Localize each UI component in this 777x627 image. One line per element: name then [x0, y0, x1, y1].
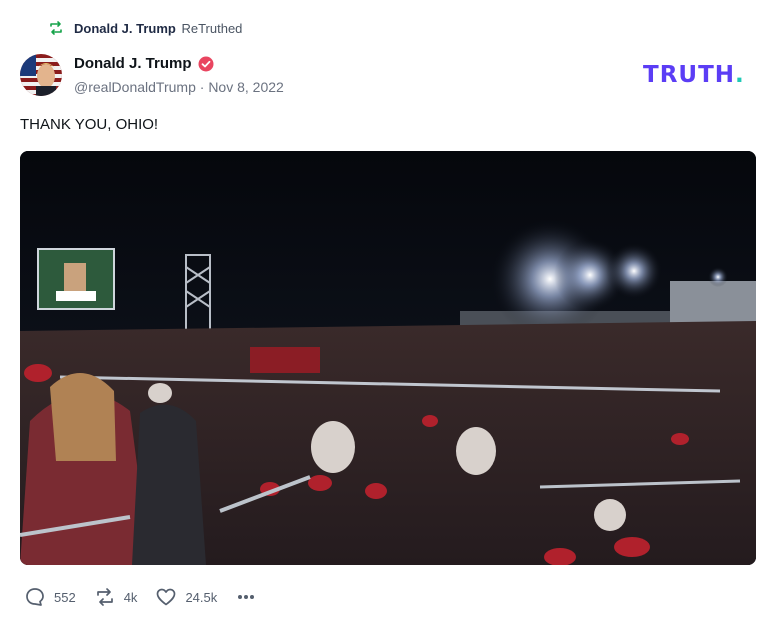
- avatar[interactable]: [20, 54, 62, 96]
- like-count: 24.5k: [185, 589, 218, 605]
- brand-dot: .: [735, 62, 745, 88]
- retruth-button[interactable]: 4k: [94, 586, 138, 608]
- retruth-icon: [48, 20, 64, 36]
- reply-count: 552: [54, 589, 76, 605]
- brand-text: TRUTH: [643, 62, 736, 88]
- like-button[interactable]: 24.5k: [155, 586, 217, 608]
- author-name-row: Donald J. Trump: [74, 55, 214, 72]
- reply-icon: [26, 588, 44, 606]
- post-image[interactable]: [20, 151, 756, 565]
- action-bar: 552 4k 24.5k: [24, 584, 257, 610]
- retruth-count: 4k: [123, 589, 138, 605]
- verified-icon: [198, 56, 214, 71]
- retruth-action-icon: [96, 588, 113, 606]
- author-handle[interactable]: @realDonaldTrump: [74, 79, 196, 95]
- reply-button[interactable]: 552: [24, 586, 76, 608]
- post-text: THANK YOU, OHIO!: [20, 116, 159, 133]
- post-date[interactable]: Nov 8, 2022: [208, 79, 284, 95]
- more-icon: [238, 595, 255, 599]
- retruth-user-link[interactable]: Donald J. Trump: [74, 21, 176, 36]
- more-button[interactable]: [235, 586, 257, 608]
- retruth-label: ReTruthed: [181, 20, 243, 36]
- heart-icon: [157, 588, 176, 606]
- retruth-header: Donald J. Trump ReTruthed: [48, 19, 242, 37]
- author-name[interactable]: Donald J. Trump: [74, 55, 192, 72]
- rally-photo: [20, 151, 756, 565]
- truth-logo[interactable]: TRUTH.: [643, 62, 745, 88]
- author-meta: @realDonaldTrump · Nov 8, 2022: [74, 79, 284, 95]
